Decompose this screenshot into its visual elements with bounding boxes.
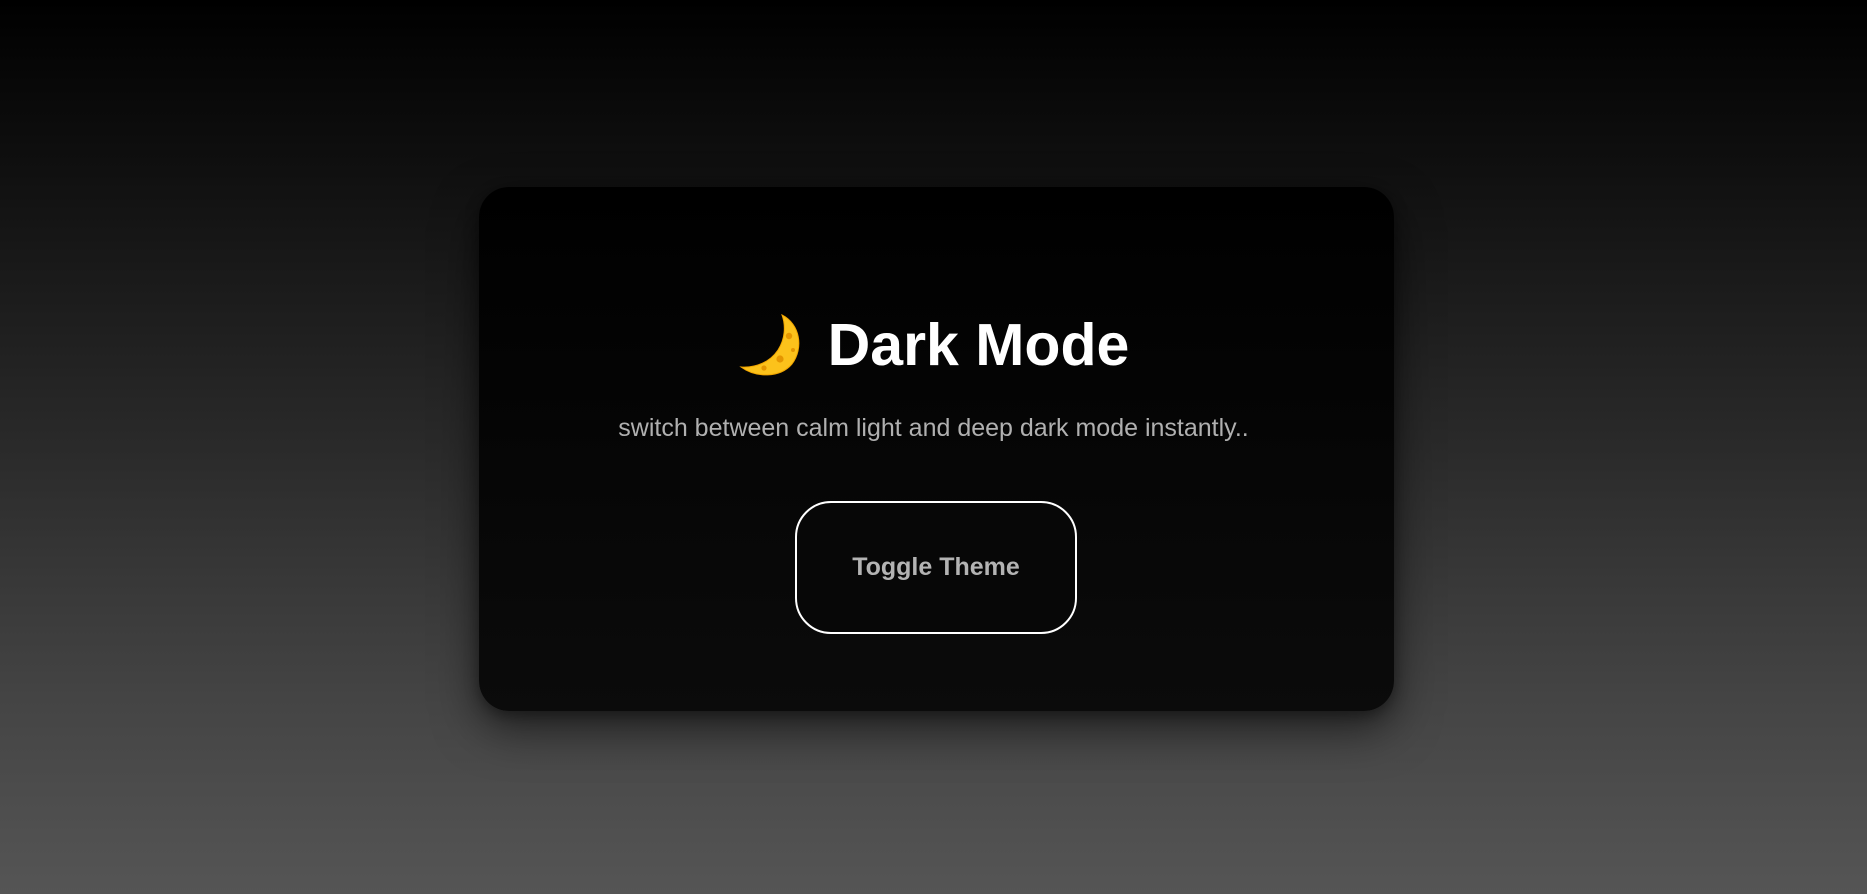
- title-text: Dark Mode: [827, 312, 1130, 378]
- subtitle: switch between calm light and deep dark …: [618, 414, 1249, 442]
- toggle-theme-button[interactable]: Toggle Theme: [795, 501, 1077, 634]
- page-title: Dark Mode: [0, 302, 1867, 388]
- crescent-moon-icon: [738, 312, 804, 378]
